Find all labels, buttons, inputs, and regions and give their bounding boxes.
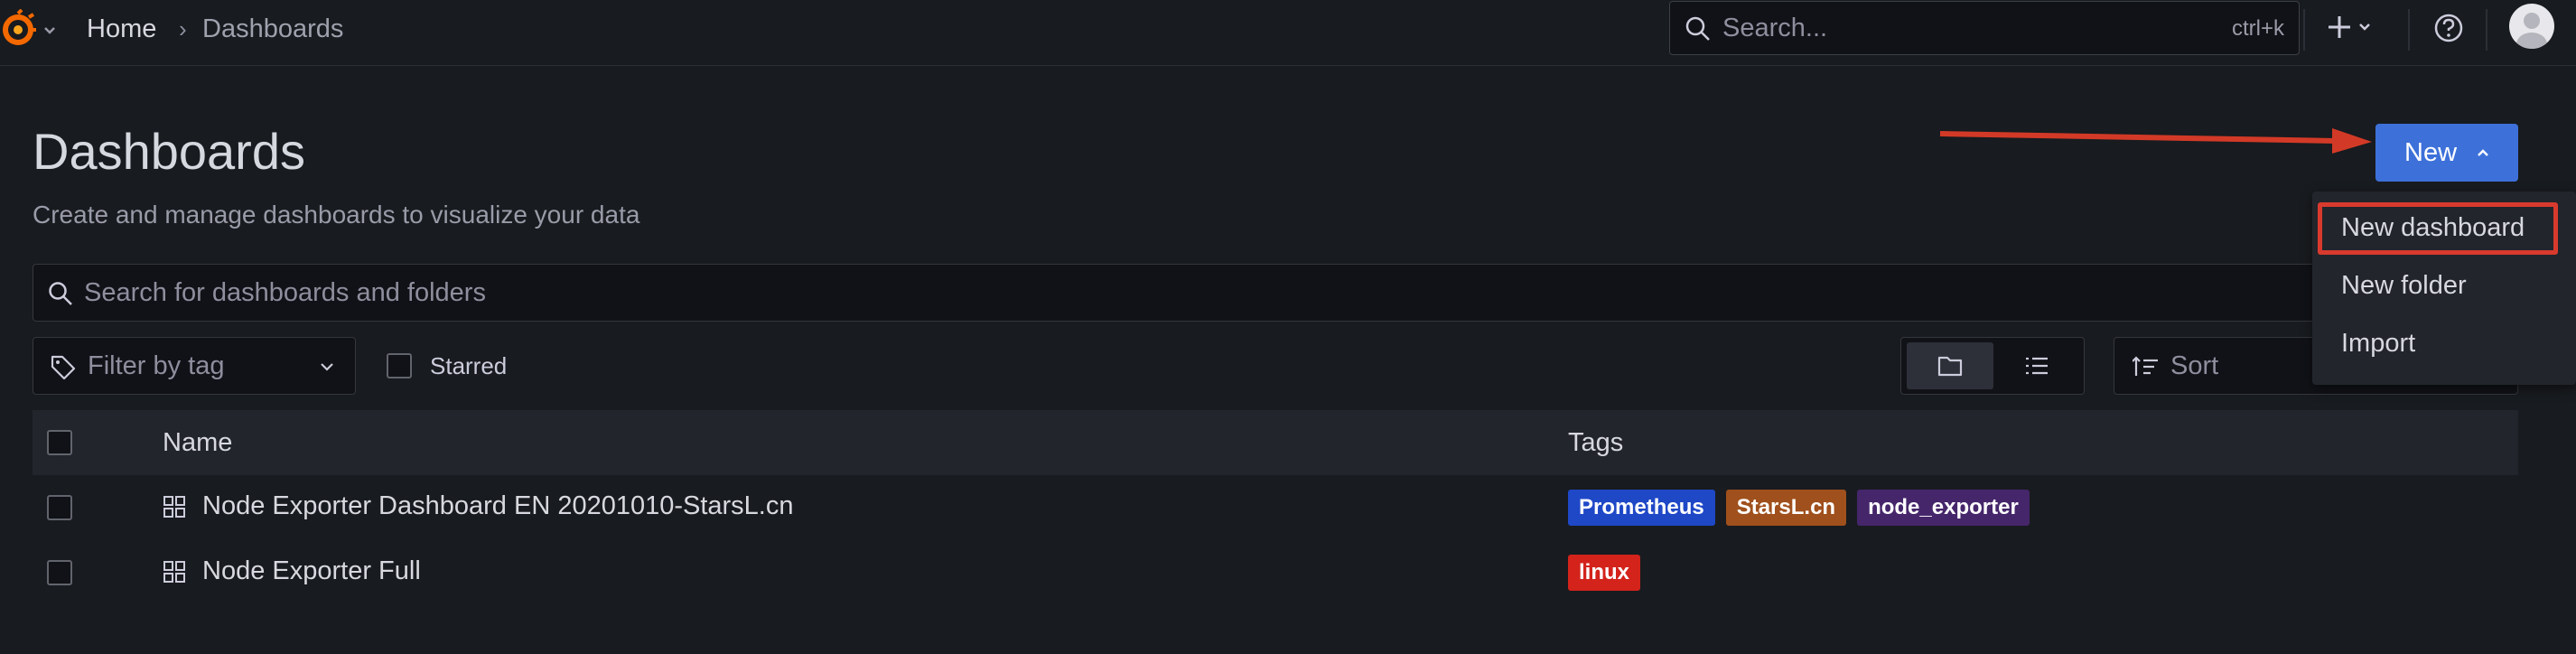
chevron-up-icon [2478, 149, 2488, 156]
global-search-input[interactable]: Search... ctrl+k [1669, 1, 2300, 55]
tag-list: linux [1568, 555, 1651, 591]
view-toggle [1900, 337, 2085, 395]
tag-badge[interactable]: StarsL.cn [1725, 490, 1847, 526]
grafana-logo-icon[interactable] [0, 8, 63, 54]
dashboard-grid-icon [163, 561, 185, 583]
select-all-checkbox[interactable] [47, 430, 72, 455]
dashboard-search-input[interactable]: Search for dashboards and folders [33, 264, 2518, 322]
dashboard-search-placeholder: Search for dashboards and folders [84, 278, 486, 307]
tag-filter-placeholder: Filter by tag [88, 351, 225, 380]
sort-icon [2133, 356, 2158, 376]
new-button-label: New [2404, 138, 2458, 167]
row-checkbox[interactable] [47, 495, 72, 520]
dashboard-grid-icon [163, 496, 185, 518]
divider [2408, 9, 2410, 51]
annotation-arrow-icon [1939, 128, 2372, 154]
starred-label: Starred [430, 352, 508, 379]
page-title: Dashboards [33, 123, 305, 180]
tag-badge[interactable]: Prometheus [1568, 490, 1715, 526]
table-row[interactable]: Node Exporter Full linux [33, 540, 2518, 605]
help-button[interactable] [2433, 13, 2464, 43]
new-dropdown-menu: New dashboard New folder Import [2312, 192, 2576, 385]
new-button[interactable]: New [2375, 124, 2518, 182]
divider [2303, 9, 2305, 51]
tag-filter-select[interactable]: Filter by tag [33, 337, 356, 395]
menu-item-new-dashboard[interactable]: New dashboard [2341, 213, 2525, 243]
column-tags: Tags [1568, 428, 1624, 457]
top-bar: Home › Dashboards Search... ctrl+k [0, 0, 2576, 66]
add-menu-button[interactable] [2327, 11, 2377, 47]
search-icon [1685, 16, 1710, 41]
plus-icon [2329, 16, 2370, 38]
tag-icon [51, 355, 76, 380]
search-icon [49, 282, 72, 305]
list-view-button[interactable] [1993, 342, 2080, 389]
breadcrumb-home[interactable]: Home [87, 13, 156, 45]
help-icon [2434, 14, 2463, 42]
menu-item-new-folder[interactable]: New folder [2341, 271, 2467, 301]
page-subtitle: Create and manage dashboards to visualiz… [33, 201, 640, 229]
tag-badge[interactable]: linux [1568, 555, 1641, 591]
tag-badge[interactable]: node_exporter [1857, 490, 2030, 526]
user-avatar[interactable] [2509, 4, 2554, 49]
dashboard-name-link[interactable]: Node Exporter Full [202, 556, 421, 586]
row-checkbox[interactable] [47, 560, 72, 585]
divider [2486, 9, 2487, 51]
table-header: Name Tags [33, 410, 2518, 475]
tag-list: Prometheus StarsL.cn node_exporter [1568, 490, 2040, 526]
menu-item-import[interactable]: Import [2341, 329, 2415, 359]
sort-placeholder: Sort [2170, 351, 2219, 380]
table-row[interactable]: Node Exporter Dashboard EN 20201010-Star… [33, 475, 2518, 540]
list-icon [2026, 357, 2048, 375]
column-name[interactable]: Name [163, 428, 232, 458]
breadcrumb-current: Dashboards [202, 14, 344, 43]
search-shortcut-hint: ctrl+k [2231, 16, 2284, 41]
breadcrumb-separator: › [179, 15, 187, 42]
starred-checkbox[interactable] [387, 353, 412, 378]
folder-icon [1937, 356, 1963, 377]
global-search-placeholder: Search... [1722, 14, 1828, 42]
dashboard-name-link[interactable]: Node Exporter Dashboard EN 20201010-Star… [202, 491, 794, 521]
chevron-down-icon [321, 363, 333, 371]
folder-view-button[interactable] [1907, 342, 1993, 389]
